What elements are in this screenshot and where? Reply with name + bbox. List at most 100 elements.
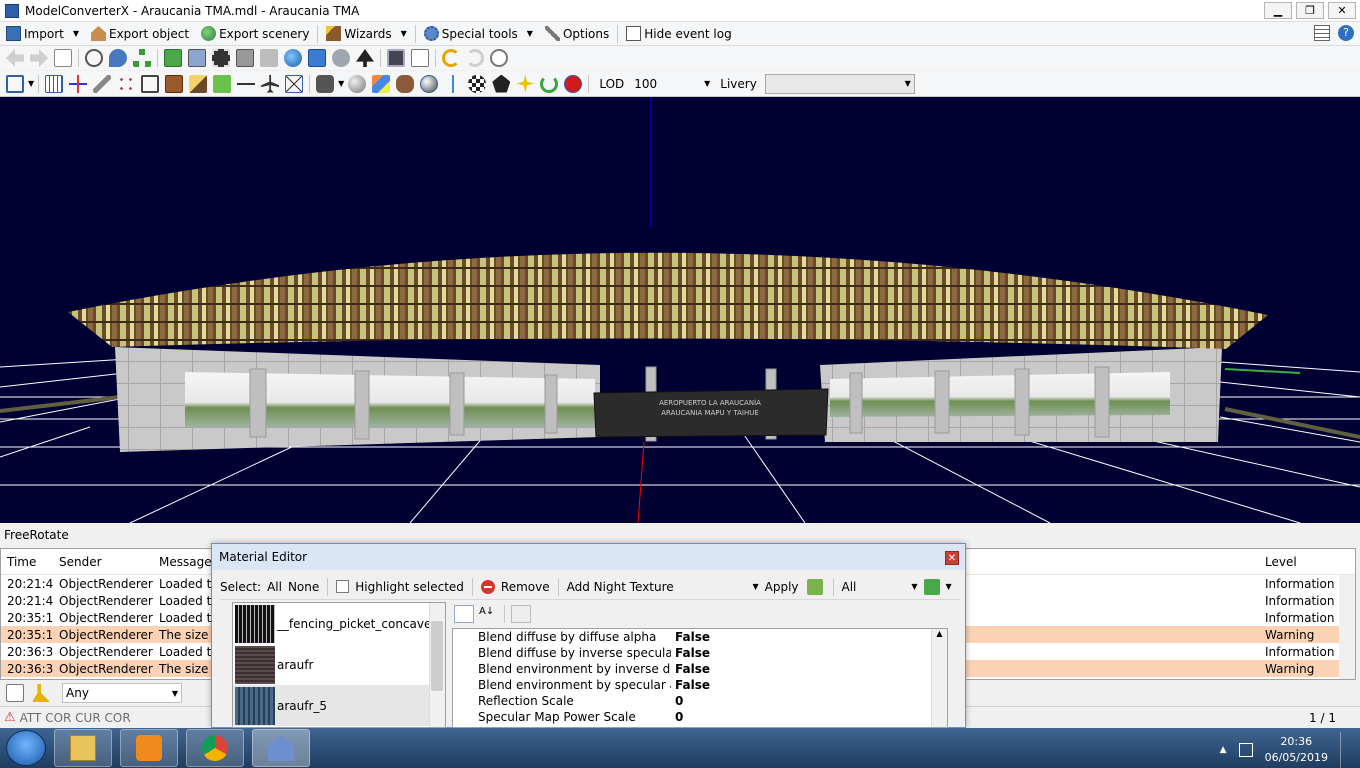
col-level-header[interactable]: Level bbox=[1259, 555, 1339, 569]
properties-icon[interactable] bbox=[411, 49, 429, 67]
airplane-icon[interactable] bbox=[261, 74, 280, 93]
hide-event-log-menu[interactable]: Hide event log bbox=[620, 23, 737, 45]
select-all-button[interactable]: All bbox=[267, 580, 282, 594]
taskbar-explorer[interactable] bbox=[54, 729, 112, 767]
hierarchy-icon[interactable] bbox=[133, 49, 151, 67]
camera-icon[interactable] bbox=[316, 74, 335, 93]
taskbar-chrome[interactable] bbox=[186, 729, 244, 767]
col-time-header[interactable]: Time bbox=[1, 555, 53, 569]
refresh-icon[interactable] bbox=[540, 74, 559, 93]
property-row[interactable]: Reflection Scale 0 bbox=[453, 693, 947, 709]
black-shape-icon[interactable] bbox=[492, 74, 511, 93]
green-square-icon[interactable] bbox=[213, 74, 232, 93]
network-icon[interactable] bbox=[1238, 743, 1253, 757]
tray-clock[interactable]: 20:36 06/05/2019 bbox=[1265, 734, 1328, 766]
list-item[interactable]: araufr bbox=[233, 644, 445, 685]
earth-icon[interactable] bbox=[284, 49, 302, 67]
apple-icon[interactable] bbox=[564, 74, 583, 93]
import-menu[interactable]: Import ▼ bbox=[0, 23, 85, 45]
material-editor-close-button[interactable]: ✕ bbox=[945, 551, 959, 565]
axes-icon[interactable] bbox=[69, 74, 88, 93]
image-green-icon[interactable] bbox=[164, 49, 182, 67]
fit-view-icon[interactable] bbox=[6, 74, 24, 93]
property-row[interactable]: Blend diffuse by inverse specular alpha … bbox=[453, 645, 947, 661]
categorized-view-icon[interactable] bbox=[454, 605, 474, 623]
screenshot-icon[interactable] bbox=[387, 49, 405, 67]
start-button[interactable] bbox=[6, 730, 46, 766]
sparkle-icon[interactable] bbox=[516, 74, 535, 93]
level-filter-select[interactable]: Any ▼ bbox=[62, 683, 182, 703]
grid-icon[interactable] bbox=[45, 74, 64, 93]
property-row[interactable]: Blend diffuse by diffuse alpha False bbox=[453, 629, 947, 645]
light-sphere-icon[interactable] bbox=[420, 74, 439, 93]
measure-icon[interactable] bbox=[93, 74, 112, 93]
event-log-scrollbar[interactable] bbox=[1339, 575, 1355, 679]
normals-icon[interactable] bbox=[444, 74, 463, 93]
chevron-down-icon[interactable]: ▼ bbox=[946, 582, 952, 591]
document-icon[interactable] bbox=[54, 49, 72, 67]
property-grid-scrollbar[interactable]: ▲ bbox=[931, 629, 947, 727]
zoom-icon[interactable] bbox=[85, 49, 103, 67]
nodes-icon[interactable] bbox=[117, 74, 136, 93]
property-value[interactable]: False bbox=[671, 662, 710, 676]
puzzle-icon[interactable] bbox=[806, 578, 823, 595]
bones-icon[interactable] bbox=[237, 74, 256, 93]
show-desktop-button[interactable] bbox=[1340, 732, 1350, 768]
shaded-sphere-icon[interactable] bbox=[348, 74, 367, 93]
property-row[interactable]: Blend environment by specular alpha Fals… bbox=[453, 677, 947, 693]
undo-icon[interactable] bbox=[442, 49, 460, 67]
property-row[interactable]: Specular Map Power Scale 0 bbox=[453, 709, 947, 725]
export-scenery-menu[interactable]: Export scenery bbox=[195, 23, 315, 45]
property-value[interactable]: 0 bbox=[671, 694, 683, 708]
pin-icon[interactable] bbox=[109, 49, 127, 67]
checker-ball-icon[interactable] bbox=[468, 74, 487, 93]
tree-icon[interactable] bbox=[356, 49, 374, 67]
export-object-menu[interactable]: Export object bbox=[85, 23, 195, 45]
redo-icon[interactable] bbox=[466, 49, 484, 67]
list-icon[interactable] bbox=[1314, 25, 1330, 41]
lod-select[interactable]: 100 ▼ bbox=[634, 75, 712, 93]
material-editor-titlebar[interactable]: Material Editor bbox=[212, 544, 965, 570]
highlight-selected-checkbox[interactable] bbox=[336, 580, 350, 593]
taskbar-media-player[interactable] bbox=[120, 729, 178, 767]
property-value[interactable]: 0 bbox=[671, 710, 683, 724]
brick-icon[interactable] bbox=[165, 74, 184, 93]
col-sender-header[interactable]: Sender bbox=[53, 555, 153, 569]
tray-expand-icon[interactable]: ▲ bbox=[1220, 745, 1227, 755]
minimize-button[interactable]: ▁ bbox=[1264, 2, 1292, 19]
material-icon[interactable] bbox=[189, 74, 208, 93]
clock-icon[interactable] bbox=[490, 49, 508, 67]
property-pages-icon[interactable] bbox=[511, 605, 531, 623]
chevron-down-icon[interactable]: ▼ bbox=[28, 79, 34, 88]
property-value[interactable]: False bbox=[671, 630, 710, 644]
image-icon[interactable] bbox=[188, 49, 206, 67]
livery-select[interactable]: ▼ bbox=[764, 73, 915, 94]
chevron-down-icon[interactable]: ▼ bbox=[338, 79, 344, 88]
sort-alpha-icon[interactable]: A↓ bbox=[478, 605, 498, 623]
close-button[interactable]: ✕ bbox=[1328, 2, 1356, 19]
wizards-menu[interactable]: Wizards ▼ bbox=[320, 23, 412, 45]
maximize-button[interactable]: ❐ bbox=[1296, 2, 1324, 19]
add-night-texture-select[interactable]: Add Night Texture ▼ bbox=[567, 580, 759, 594]
3d-viewport[interactable]: AEROPUERTO LA ARAUCANÍA ARAUCANIA MAPU Y… bbox=[0, 97, 1360, 523]
edit-icon[interactable] bbox=[6, 684, 24, 702]
property-value[interactable]: False bbox=[671, 678, 710, 692]
monitor-icon[interactable] bbox=[308, 49, 326, 67]
list-item-selected[interactable]: araufr_5 bbox=[233, 685, 445, 726]
cloud-icon[interactable] bbox=[332, 49, 350, 67]
list-item[interactable]: __fencing_picket_concave_1 bbox=[233, 603, 445, 644]
apply-button[interactable]: Apply bbox=[765, 580, 799, 594]
forward-arrow-icon[interactable] bbox=[30, 49, 48, 67]
cube-icon[interactable] bbox=[141, 74, 160, 93]
color-cube-icon[interactable] bbox=[372, 74, 391, 93]
film-icon[interactable] bbox=[212, 49, 230, 67]
scroll-thumb[interactable] bbox=[431, 621, 443, 691]
property-value[interactable]: False bbox=[671, 646, 710, 660]
material-filter-select[interactable]: All ▼ bbox=[842, 580, 918, 594]
special-tools-menu[interactable]: Special tools ▼ bbox=[418, 23, 539, 45]
wireframe-icon[interactable] bbox=[285, 74, 304, 93]
help-icon[interactable]: ? bbox=[1338, 25, 1354, 41]
options-menu[interactable]: Options bbox=[539, 23, 615, 45]
remove-button[interactable]: Remove bbox=[501, 580, 550, 594]
back-arrow-icon[interactable] bbox=[6, 49, 24, 67]
